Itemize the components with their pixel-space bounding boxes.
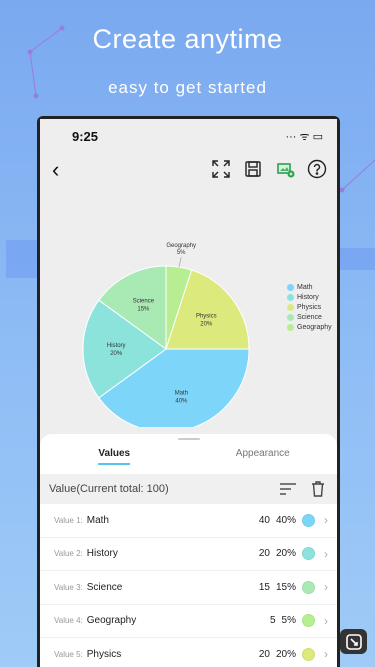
tab-appearance-label: Appearance: [235, 448, 290, 459]
color-swatch[interactable]: [302, 513, 315, 527]
color-swatch[interactable]: [302, 647, 315, 661]
hero-subtitle: easy to get started: [108, 78, 267, 97]
value-row-percent: 15%: [275, 581, 296, 593]
legend-swatch: [287, 324, 294, 331]
value-row-prefix: Value 2:: [54, 549, 83, 559]
chevron-right-icon: ›: [324, 580, 328, 595]
pie-label: Geography: [166, 243, 196, 249]
phone-frame: 9:25 ··· ᯤ ▭ ‹ Math 40% History 20% Scie…: [37, 116, 340, 667]
sheet-tabs: Values Appearance: [40, 448, 337, 465]
values-list: Value 1: Math 40 40% › Value 2: History 20 20% › V…: [40, 504, 337, 667]
value-row-value: 20: [258, 648, 270, 660]
pie-percent-label: 40%: [175, 398, 188, 404]
image-export-icon[interactable]: [275, 159, 295, 179]
trash-icon[interactable]: [308, 479, 328, 499]
legend-item: Math: [287, 284, 332, 291]
chevron-right-icon: ›: [324, 647, 328, 662]
pie-label: Science: [133, 299, 155, 305]
hero-title: Create anytime: [92, 24, 283, 54]
tab-values[interactable]: Values: [40, 448, 189, 465]
tab-values-label: Values: [98, 448, 131, 459]
legend-label: History: [297, 294, 319, 301]
value-row-percent: 40%: [275, 514, 296, 526]
value-row[interactable]: Value 3: Science 15 15% ›: [40, 571, 337, 605]
value-row-value: 20: [258, 548, 270, 560]
pie-label: History: [107, 343, 126, 349]
value-row-value: 15: [258, 581, 270, 593]
value-row-name: Math: [86, 514, 109, 526]
values-header: Value(Current total: 100): [40, 474, 337, 504]
fullscreen-icon[interactable]: [211, 159, 231, 179]
toolbar: [211, 159, 327, 179]
back-button[interactable]: ‹: [52, 157, 59, 183]
value-row-percent: 5%: [281, 615, 296, 627]
legend-item: Physics: [287, 304, 332, 311]
phone-screen: 9:25 ··· ᯤ ▭ ‹ Math 40% History 20% Scie…: [40, 119, 337, 667]
legend-swatch: [287, 284, 294, 291]
value-row-prefix: Value 1:: [54, 515, 83, 525]
pie-label-leader: [178, 257, 182, 268]
status-indicators: ··· ᯤ ▭: [285, 131, 323, 143]
pie-label: Math: [175, 390, 188, 396]
value-row-name: History: [86, 548, 118, 560]
value-row-prefix: Value 3:: [54, 582, 83, 592]
values-header-title: Value(Current total: 100): [49, 483, 169, 495]
legend-label: Math: [297, 284, 313, 291]
value-row[interactable]: Value 4: Geography 5 5% ›: [40, 605, 337, 638]
legend-swatch: [287, 294, 294, 301]
save-icon[interactable]: [243, 159, 263, 179]
legend-label: Geography: [297, 324, 332, 331]
value-row-percent: 20%: [275, 548, 296, 560]
value-row[interactable]: Value 2: History 20 20% ›: [40, 538, 337, 571]
value-row-name: Physics: [86, 648, 122, 660]
value-row-prefix: Value 5:: [54, 649, 83, 659]
value-row-value: 40: [258, 514, 270, 526]
help-icon[interactable]: [307, 159, 327, 179]
pie-percent-label: 5%: [177, 250, 186, 256]
legend-label: Physics: [297, 304, 322, 311]
color-swatch[interactable]: [302, 580, 315, 594]
value-row[interactable]: Value 5: Physics 20 20% ›: [40, 638, 337, 667]
value-row-percent: 20%: [275, 648, 296, 660]
chevron-right-icon: ›: [324, 546, 328, 561]
app-badge-icon: [340, 629, 367, 654]
tab-active-indicator: [98, 463, 131, 465]
sheet-handle[interactable]: [178, 438, 200, 440]
chevron-right-icon: ›: [324, 513, 328, 528]
chart-legend: Math History Physics Science Geography: [287, 284, 332, 334]
legend-item: History: [287, 294, 332, 301]
legend-item: Science: [287, 314, 332, 321]
value-row-prefix: Value 4:: [54, 616, 83, 626]
legend-label: Science: [297, 314, 322, 321]
value-row-name: Geography: [86, 615, 137, 627]
pie-percent-label: 15%: [137, 307, 150, 313]
value-row[interactable]: Value 1: Math 40 40% ›: [40, 504, 337, 538]
pie-label: Physics: [196, 314, 217, 320]
tab-appearance[interactable]: Appearance: [189, 448, 338, 465]
legend-item: Geography: [287, 324, 332, 331]
legend-swatch: [287, 304, 294, 311]
bottom-sheet: Values Appearance Value(Current total: 1…: [40, 434, 337, 667]
value-row-name: Science: [86, 581, 123, 593]
chevron-right-icon: ›: [324, 613, 328, 628]
page: { "hero": { "title": "Create anytime", "…: [0, 0, 375, 667]
pie-percent-label: 20%: [110, 351, 123, 357]
color-swatch[interactable]: [302, 614, 315, 628]
color-swatch[interactable]: [302, 547, 315, 561]
sort-icon[interactable]: [278, 479, 298, 499]
legend-swatch: [287, 314, 294, 321]
value-row-value: 5: [269, 615, 276, 627]
status-time: 9:25: [72, 129, 99, 144]
pie-percent-label: 20%: [200, 322, 213, 328]
